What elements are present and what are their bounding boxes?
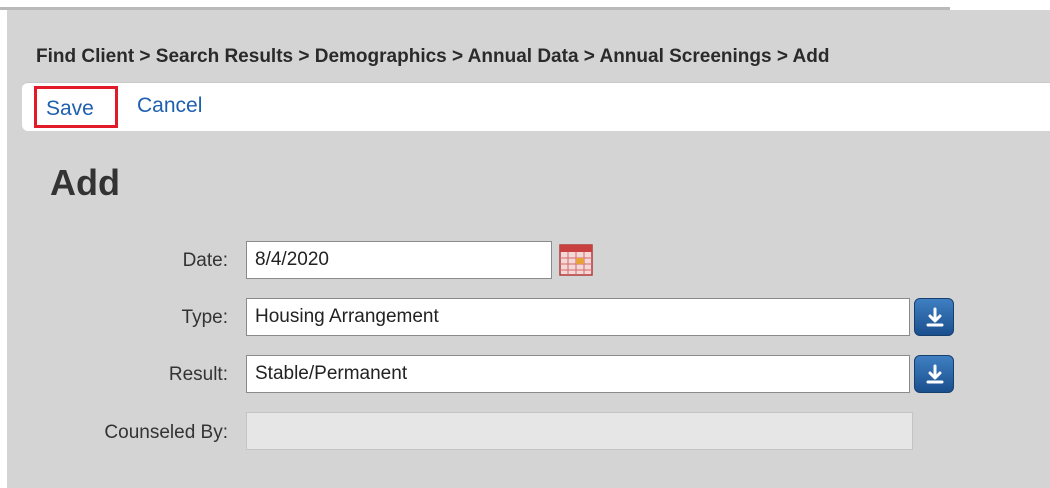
top-strip [0, 0, 1050, 10]
type-select[interactable] [246, 298, 910, 336]
date-input[interactable] [246, 241, 552, 279]
counseled-by-field [246, 412, 913, 450]
breadcrumb: Find Client > Search Results > Demograph… [7, 38, 1043, 76]
type-dropdown-button[interactable] [914, 298, 954, 336]
dropdown-arrow-icon [926, 364, 944, 384]
action-bar: Save Cancel [22, 82, 1050, 131]
cancel-button[interactable]: Cancel [137, 83, 202, 129]
counseled-by-label: Counseled By: [104, 422, 228, 443]
type-label: Type: [181, 307, 228, 328]
page-title: Add [50, 162, 120, 203]
date-label: Date: [182, 250, 228, 271]
result-label: Result: [168, 364, 228, 385]
result-select[interactable] [246, 355, 910, 393]
save-button[interactable]: Save [34, 86, 118, 128]
calendar-icon[interactable] [558, 241, 594, 277]
result-dropdown-button[interactable] [914, 355, 954, 393]
dropdown-arrow-icon [926, 307, 944, 327]
